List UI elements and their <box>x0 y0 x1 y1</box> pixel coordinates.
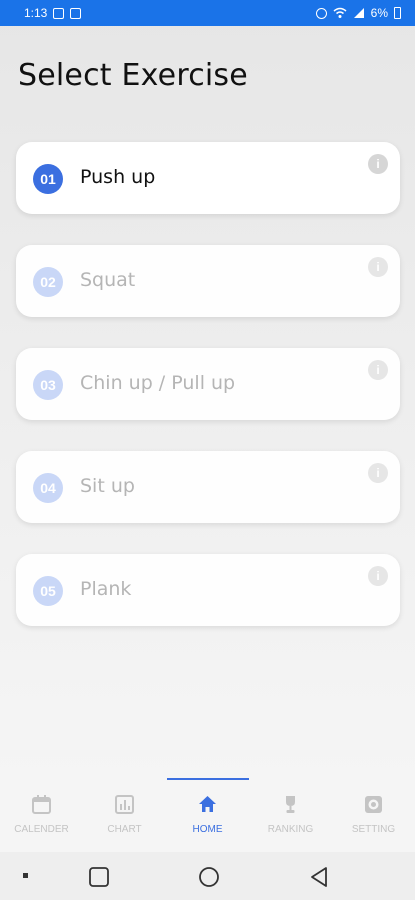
notification-icon <box>70 7 82 19</box>
exercise-card-squat[interactable]: 02 Squat i <box>16 245 400 317</box>
wifi-icon <box>333 7 347 18</box>
back-icon[interactable] <box>308 866 330 888</box>
info-icon[interactable]: i <box>368 463 388 483</box>
exercise-number-badge: 04 <box>33 473 63 503</box>
nav-item-ranking[interactable]: RANKING <box>249 778 332 852</box>
home-button-icon[interactable] <box>198 866 220 888</box>
battery-icon <box>394 7 401 19</box>
nav-item-setting[interactable]: SETTING <box>332 778 415 852</box>
info-icon[interactable]: i <box>368 360 388 380</box>
exercise-name: Plank <box>80 578 132 600</box>
nav-label: CHART <box>107 824 142 835</box>
page-title: Select Exercise <box>18 58 248 93</box>
active-tab-indicator <box>167 778 249 780</box>
info-icon[interactable]: i <box>368 566 388 586</box>
exercise-number-badge: 03 <box>33 370 63 400</box>
nav-label: HOME <box>192 824 223 835</box>
home-icon <box>199 796 216 812</box>
trophy-icon <box>286 796 295 813</box>
signal-icon <box>353 8 364 18</box>
clock: 1:13 <box>24 6 48 20</box>
system-navigation-bar <box>0 852 415 900</box>
exercise-card-plank[interactable]: 05 Plank i <box>16 554 400 626</box>
exercise-card-sit-up[interactable]: 04 Sit up i <box>16 451 400 523</box>
exercise-name: Sit up <box>80 475 135 497</box>
recent-apps-icon[interactable] <box>88 866 110 888</box>
exercise-number-badge: 05 <box>33 576 63 606</box>
nav-label: SETTING <box>351 824 396 835</box>
chart-icon <box>115 795 134 814</box>
exercise-number-badge: 02 <box>33 267 63 297</box>
bottom-navigation: CALENDER CHART HOME RANKING SETTING <box>0 778 415 852</box>
status-bar: 1:13 6% <box>0 0 415 26</box>
exercise-name: Push up <box>80 166 156 188</box>
gallery-notification-icon <box>53 7 65 19</box>
nav-item-calender[interactable]: CALENDER <box>0 778 83 852</box>
vibrate-icon <box>315 7 327 19</box>
nav-item-home[interactable]: HOME <box>166 778 249 852</box>
nav-label: CALENDER <box>14 824 69 835</box>
exercise-card-chin-up[interactable]: 03 Chin up / Pull up i <box>16 348 400 420</box>
calendar-icon <box>32 795 51 814</box>
exercise-card-push-up[interactable]: 01 Push up i <box>16 142 400 214</box>
exercise-name: Chin up / Pull up <box>80 372 236 394</box>
exercise-name: Squat <box>80 269 136 291</box>
info-icon[interactable]: i <box>368 154 388 174</box>
nav-label: RANKING <box>267 824 314 835</box>
info-icon[interactable]: i <box>368 257 388 277</box>
nav-item-chart[interactable]: CHART <box>83 778 166 852</box>
gear-icon <box>365 796 382 813</box>
battery-percent: 6% <box>370 6 388 20</box>
menu-dot-icon[interactable] <box>22 872 30 880</box>
exercise-number-badge: 01 <box>33 164 63 194</box>
